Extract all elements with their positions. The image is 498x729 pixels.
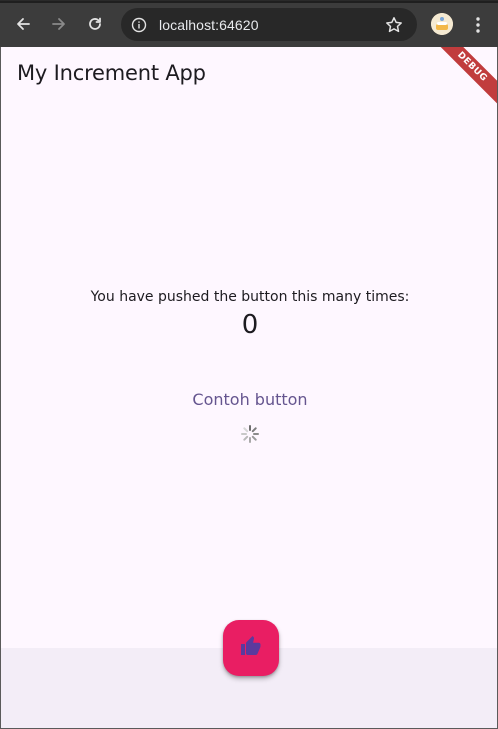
contoh-button[interactable]: Contoh button (185, 381, 315, 417)
address-bar[interactable]: localhost:64620 (121, 8, 417, 41)
kebab-menu-icon[interactable] (466, 13, 490, 37)
info-icon[interactable] (131, 17, 147, 33)
counter-label: You have pushed the button this many tim… (90, 289, 410, 305)
reload-button[interactable] (81, 10, 109, 38)
loading-spinner-icon (240, 424, 260, 444)
back-button[interactable] (9, 10, 37, 38)
page-title: My Increment App (17, 61, 206, 85)
url-text[interactable]: localhost:64620 (159, 17, 259, 33)
tab-strip-edge (0, 1, 498, 3)
profile-avatar-icon[interactable] (431, 13, 453, 35)
arrow-left-icon (15, 16, 31, 32)
window-border (0, 47, 1, 729)
counter-value: 0 (241, 310, 259, 340)
star-icon[interactable] (385, 16, 403, 34)
thumb-up-icon (239, 634, 263, 663)
browser-toolbar: localhost:64620 (0, 0, 498, 47)
reload-icon (87, 16, 103, 32)
app-surface: My Increment App DEBUG You have pushed t… (1, 47, 497, 729)
arrow-right-icon (51, 16, 67, 32)
forward-button[interactable] (45, 10, 73, 38)
thumb-up-fab[interactable] (223, 620, 279, 676)
browser-window: localhost:64620 My Increment App DEBUG Y… (0, 0, 498, 729)
debug-banner: DEBUG (427, 47, 497, 112)
